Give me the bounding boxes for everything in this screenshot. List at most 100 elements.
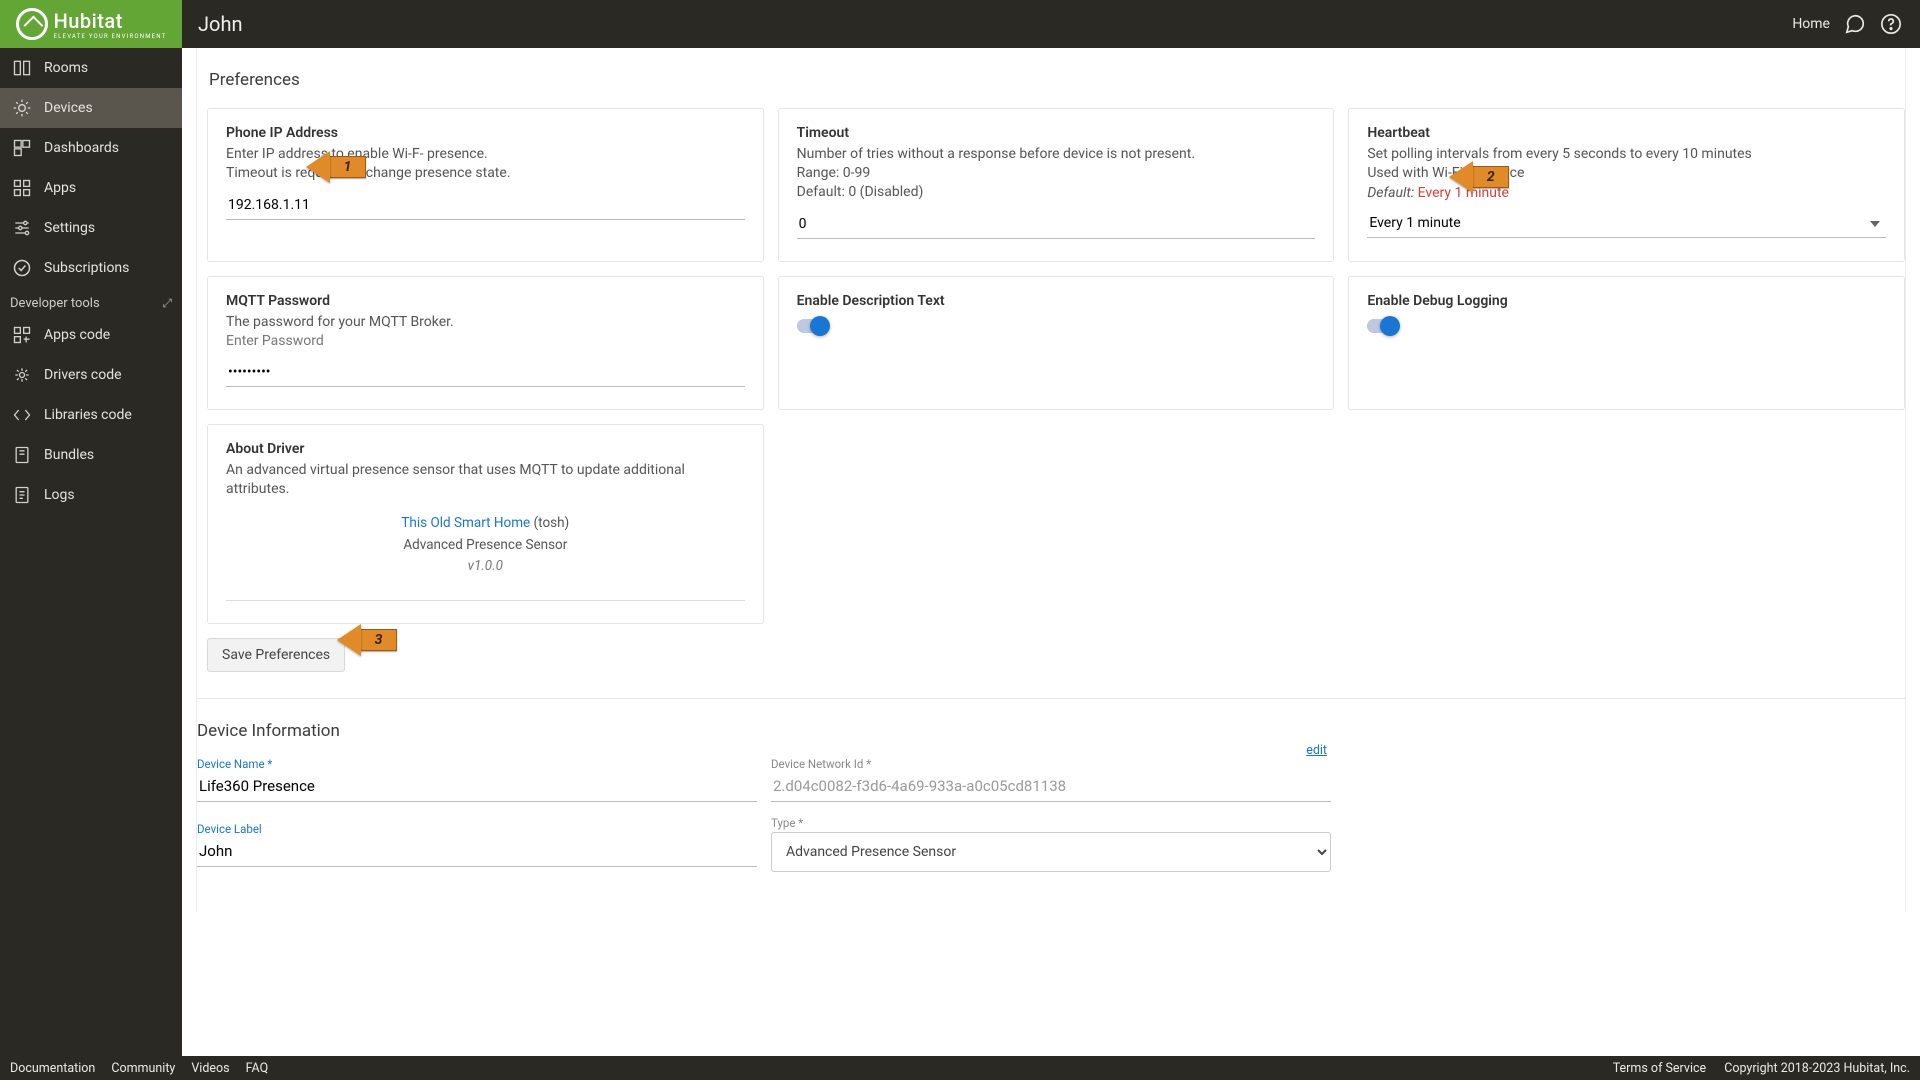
devices-icon	[12, 98, 32, 118]
sidebar-item-apps-code[interactable]: Apps code	[0, 315, 182, 355]
timeout-desc1: Number of tries without a response befor…	[797, 145, 1316, 164]
top-bar-right: Home	[1792, 13, 1920, 35]
heartbeat-desc1: Set polling intervals from every 5 secon…	[1367, 145, 1886, 164]
footer-link-community[interactable]: Community	[111, 1061, 175, 1076]
phone-ip-title: Phone IP Address	[226, 125, 745, 141]
rooms-icon	[12, 58, 32, 78]
footer-copyright: Copyright 2018-2023 Hubitat, Inc.	[1724, 1061, 1910, 1076]
brand-logo[interactable]: Hubitat ELEVATE YOUR ENVIRONMENT	[0, 0, 182, 48]
sidebar-item-label: Bundles	[44, 447, 94, 463]
sidebar-item-settings[interactable]: Settings	[0, 208, 182, 248]
brand-text: Hubitat ELEVATE YOUR ENVIRONMENT	[54, 9, 167, 40]
apps-code-icon	[12, 325, 32, 345]
bundles-icon	[12, 445, 32, 465]
device-network-id-input	[771, 773, 1331, 802]
sidebar-item-label: Devices	[44, 100, 93, 116]
pref-card-timeout: Timeout Number of tries without a respon…	[778, 108, 1335, 262]
timeout-input[interactable]	[797, 208, 1316, 239]
brand-tagline: ELEVATE YOUR ENVIRONMENT	[54, 33, 167, 40]
sidebar-item-label: Logs	[44, 487, 75, 503]
settings-icon	[12, 218, 32, 238]
about-link-suffix: (tosh)	[530, 515, 569, 531]
sidebar-item-label: Drivers code	[44, 367, 122, 383]
heartbeat-desc2: Used with Wi-Fi Presence	[1367, 164, 1886, 183]
footer-link-videos[interactable]: Videos	[191, 1061, 229, 1076]
save-preferences-button[interactable]: Save Preferences	[207, 638, 345, 672]
sidebar-item-apps[interactable]: Apps	[0, 168, 182, 208]
mqtt-title: MQTT Password	[226, 293, 745, 309]
sidebar-item-label: Rooms	[44, 60, 88, 76]
device-type-select[interactable]: Advanced Presence Sensor	[771, 832, 1331, 872]
sidebar-item-devices[interactable]: Devices	[0, 88, 182, 128]
footer: Documentation Community Videos FAQ Terms…	[0, 1056, 1920, 1080]
sidebar-item-label: Dashboards	[44, 140, 119, 156]
footer-link-faq[interactable]: FAQ	[246, 1061, 269, 1076]
about-link[interactable]: This Old Smart Home	[401, 515, 530, 531]
apps-icon	[12, 178, 32, 198]
timeout-desc3: Default: 0 (Disabled)	[797, 183, 1316, 202]
sidebar-item-libraries-code[interactable]: Libraries code	[0, 395, 182, 435]
about-driver-name: Advanced Presence Sensor	[226, 535, 745, 557]
developer-tools-label: Developer tools	[10, 296, 100, 311]
timeout-desc2: Range: 0-99	[797, 164, 1316, 183]
edit-network-id-link[interactable]: edit	[1306, 743, 1327, 758]
enable-desc-title: Enable Description Text	[797, 293, 1316, 309]
dashboards-icon	[12, 138, 32, 158]
enable-description-toggle[interactable]	[797, 319, 827, 333]
phone-ip-input[interactable]	[226, 189, 745, 220]
sidebar-item-subscriptions[interactable]: Subscriptions	[0, 248, 182, 288]
sidebar-item-rooms[interactable]: Rooms	[0, 48, 182, 88]
phone-ip-desc1: Enter IP address to enable Wi-F- presenc…	[226, 145, 745, 164]
help-icon[interactable]	[1880, 13, 1902, 35]
about-desc: An advanced virtual presence sensor that…	[226, 461, 745, 499]
heartbeat-default: Default: Every 1 minute	[1367, 185, 1886, 201]
hubitat-logo-icon	[16, 8, 48, 40]
home-link[interactable]: Home	[1792, 16, 1830, 32]
about-version: v1.0.0	[226, 556, 745, 578]
device-name-input[interactable]	[197, 773, 757, 802]
heartbeat-select[interactable]: Every 1 minute	[1367, 207, 1886, 238]
chat-icon[interactable]	[1844, 13, 1866, 35]
sidebar: Rooms Devices Dashboards Apps Settings S…	[0, 48, 182, 1056]
enable-debug-toggle[interactable]	[1367, 319, 1397, 333]
logs-icon	[12, 485, 32, 505]
heartbeat-title: Heartbeat	[1367, 125, 1886, 141]
sidebar-item-logs[interactable]: Logs	[0, 475, 182, 515]
device-type-label: Type *	[771, 816, 1331, 830]
footer-link-documentation[interactable]: Documentation	[10, 1061, 95, 1076]
sidebar-item-bundles[interactable]: Bundles	[0, 435, 182, 475]
sidebar-item-label: Libraries code	[44, 407, 132, 423]
top-bar: Hubitat ELEVATE YOUR ENVIRONMENT John Ho…	[0, 0, 1920, 48]
page-title: John	[198, 12, 243, 36]
developer-tools-header[interactable]: Developer tools ⤢	[0, 288, 182, 315]
about-divider	[226, 600, 745, 601]
pref-card-enable-debug: Enable Debug Logging	[1348, 276, 1905, 411]
phone-ip-desc2: Timeout is required to change presence s…	[226, 164, 745, 183]
mqtt-password-input[interactable]	[226, 356, 745, 387]
pref-card-about-driver: About Driver An advanced virtual presenc…	[207, 424, 764, 624]
about-title: About Driver	[226, 441, 745, 457]
pref-card-phone-ip: Phone IP Address Enter IP address to ena…	[207, 108, 764, 262]
sidebar-item-label: Apps	[44, 180, 76, 196]
sidebar-item-drivers-code[interactable]: Drivers code	[0, 355, 182, 395]
enable-debug-title: Enable Debug Logging	[1367, 293, 1886, 309]
device-label-label: Device Label	[197, 822, 757, 836]
subscriptions-icon	[12, 258, 32, 278]
sidebar-item-label: Subscriptions	[44, 260, 129, 276]
callout-label: 3	[361, 629, 397, 651]
footer-link-tos[interactable]: Terms of Service	[1613, 1061, 1706, 1076]
callout-arrow-3: 3	[337, 624, 397, 656]
heartbeat-default-label: Default:	[1367, 185, 1414, 201]
main-content: Preferences Phone IP Address Enter IP ad…	[182, 48, 1920, 1056]
sidebar-item-dashboards[interactable]: Dashboards	[0, 128, 182, 168]
mqtt-desc: The password for your MQTT Broker.	[226, 313, 745, 332]
sidebar-item-label: Settings	[44, 220, 95, 236]
pref-card-heartbeat: Heartbeat Set polling intervals from eve…	[1348, 108, 1905, 262]
collapse-icon[interactable]: ⤢	[162, 296, 172, 311]
device-label-input[interactable]	[197, 838, 757, 867]
heartbeat-default-value: Every 1 minute	[1418, 185, 1509, 201]
sidebar-item-label: Apps code	[44, 327, 110, 343]
device-network-id-label: Device Network Id *	[771, 757, 1331, 771]
pref-card-mqtt-password: MQTT Password The password for your MQTT…	[207, 276, 764, 411]
brand-name: Hubitat	[54, 9, 123, 33]
